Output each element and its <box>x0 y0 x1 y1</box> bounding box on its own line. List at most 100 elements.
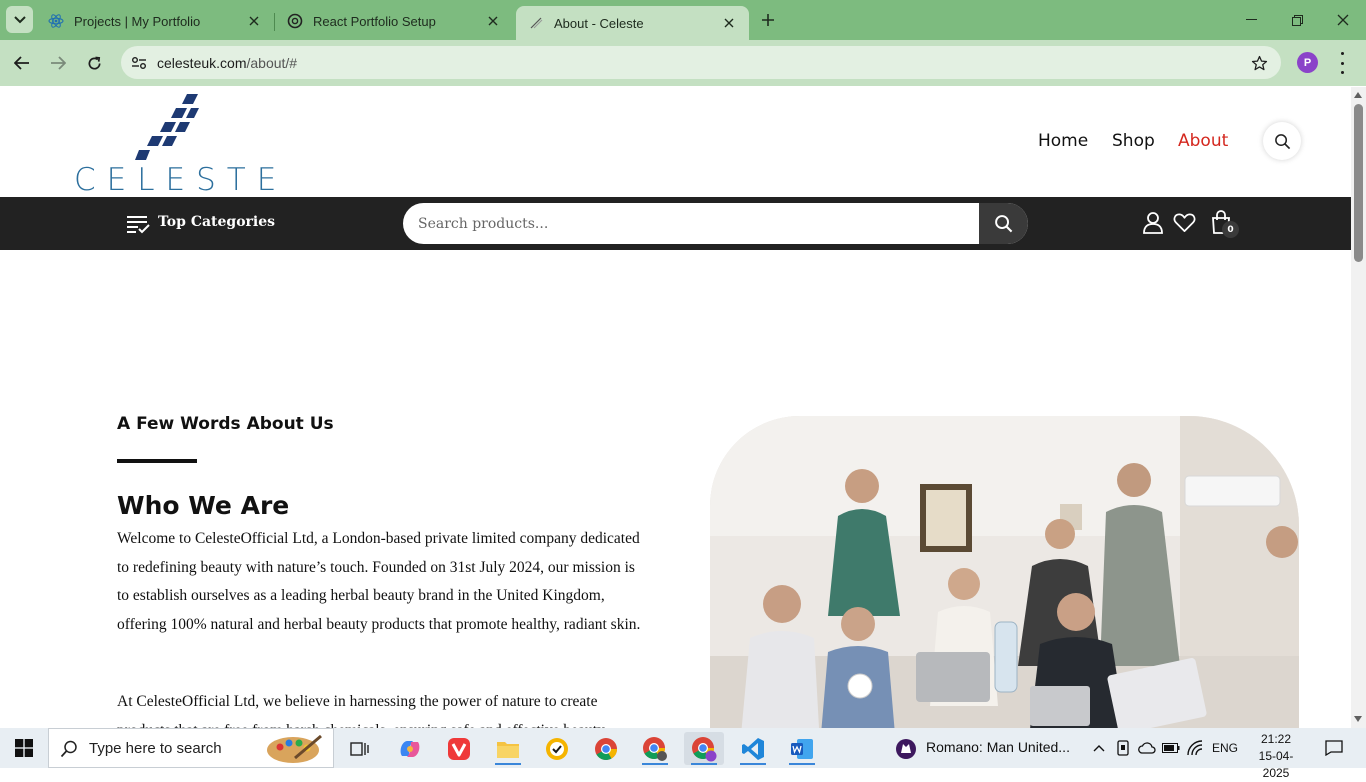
forward-button[interactable] <box>44 49 72 77</box>
start-button[interactable] <box>0 728 48 768</box>
categories-menu-icon[interactable] <box>126 214 150 234</box>
about-paragraph-1: Welcome to CelesteOfficial Ltd, a London… <box>117 530 641 633</box>
scrollbar-thumb[interactable] <box>1354 104 1363 262</box>
running-indicator <box>495 763 521 765</box>
celeste-favicon <box>528 15 544 31</box>
onedrive-icon[interactable] <box>1138 740 1156 756</box>
url-host: celesteuk.com <box>157 55 247 71</box>
restore-button[interactable] <box>1274 0 1320 40</box>
taskbar-word[interactable] <box>782 732 822 765</box>
battery-icon[interactable] <box>1162 740 1180 756</box>
word-icon <box>791 738 813 759</box>
vivaldi-icon <box>448 737 470 760</box>
browser-toolbar: celesteuk.com/about/# P <box>0 40 1366 86</box>
new-tab-button[interactable] <box>758 10 778 30</box>
page-viewport: CELESTE Home Shop About Top Categories 0… <box>0 87 1351 728</box>
tab-about-celeste[interactable]: About - Celeste <box>516 6 749 40</box>
language-indicator[interactable]: ENG <box>1212 741 1238 755</box>
site-settings-icon[interactable] <box>129 53 149 73</box>
taskbar-chrome[interactable] <box>586 732 626 765</box>
header-search-button[interactable] <box>1263 122 1301 160</box>
chrome-profile-icon <box>692 736 717 761</box>
windows-logo-icon <box>15 739 33 757</box>
clock-time: 21:22 <box>1260 732 1292 746</box>
arrow-left-icon <box>14 56 29 70</box>
taskbar-file-explorer[interactable] <box>488 732 528 765</box>
account-button[interactable] <box>1140 209 1166 235</box>
product-search-button[interactable] <box>979 203 1028 244</box>
profile-avatar[interactable]: P <box>1297 52 1318 73</box>
taskbar-copilot[interactable] <box>390 732 430 765</box>
about-paragraph-2: At CelesteOfficial Ltd, we believe in ha… <box>117 693 605 728</box>
user-icon <box>1143 211 1163 234</box>
logo-wordmark: CELESTE <box>74 162 288 198</box>
tab-title: React Portfolio Setup <box>313 13 436 29</box>
nav-about[interactable]: About <box>1178 131 1228 151</box>
tab-search-button[interactable] <box>6 6 33 33</box>
url-text: celesteuk.com/about/# <box>157 55 297 71</box>
taskbar-chrome-profile-2[interactable] <box>635 732 675 765</box>
taskbar-vivaldi[interactable] <box>439 732 479 765</box>
minimize-button[interactable] <box>1228 0 1274 40</box>
restore-icon <box>1291 14 1303 26</box>
product-search <box>403 203 1028 244</box>
nav-shop[interactable]: Shop <box>1112 131 1155 151</box>
back-button[interactable] <box>8 49 36 77</box>
browser-menu-icon[interactable] <box>1338 52 1346 74</box>
accent-divider <box>117 459 197 463</box>
close-icon <box>1337 14 1349 26</box>
product-search-input[interactable] <box>403 203 979 244</box>
vscode-icon <box>742 737 764 760</box>
heart-icon <box>1173 213 1195 232</box>
taskbar-vscode[interactable] <box>733 732 773 765</box>
taskbar-search[interactable]: Type here to search <box>48 728 334 768</box>
notifications-icon[interactable] <box>1324 740 1344 756</box>
paint-palette-icon <box>267 734 322 763</box>
search-icon <box>995 215 1013 233</box>
nav-home[interactable]: Home <box>1038 131 1088 151</box>
address-bar[interactable]: celesteuk.com/about/# <box>121 46 1281 79</box>
chrome-icon <box>595 737 617 760</box>
chevron-up-icon <box>1093 745 1105 752</box>
chrome-profile-icon <box>643 736 667 761</box>
page-heading: Who We Are <box>117 491 290 520</box>
premier-league-icon[interactable] <box>895 738 917 760</box>
react-icon <box>48 13 64 29</box>
tray-device-icon[interactable] <box>1114 740 1132 756</box>
tab-react-setup[interactable]: React Portfolio Setup <box>275 6 513 36</box>
taskbar-search-placeholder: Type here to search <box>89 740 222 757</box>
running-indicator <box>642 763 668 765</box>
running-indicator <box>740 763 766 765</box>
close-tab-icon[interactable] <box>721 15 737 31</box>
system-clock[interactable]: 21:22 15-04-2025 <box>1247 731 1305 782</box>
minimize-icon <box>1245 19 1257 20</box>
clock-date: 15-04-2025 <box>1258 749 1294 780</box>
taskbar-chrome-active[interactable] <box>684 732 724 765</box>
close-window-button[interactable] <box>1320 0 1366 40</box>
arrow-right-icon <box>51 56 66 70</box>
scroll-up-arrow-icon[interactable] <box>1354 92 1362 98</box>
wifi-icon[interactable] <box>1186 740 1204 756</box>
news-widget-text[interactable]: Romano: Man United... <box>926 739 1070 755</box>
top-categories-label[interactable]: Top Categories <box>158 214 275 230</box>
bookmark-star-icon[interactable] <box>1249 53 1269 73</box>
search-icon <box>1274 133 1290 149</box>
chevron-down-icon <box>13 15 26 23</box>
scroll-down-arrow-icon[interactable] <box>1354 716 1362 722</box>
show-hidden-icons[interactable] <box>1090 740 1108 756</box>
wishlist-button[interactable] <box>1171 209 1197 235</box>
close-tab-icon[interactable] <box>485 13 501 29</box>
close-tab-icon[interactable] <box>246 13 262 29</box>
openai-icon <box>287 13 303 29</box>
browser-tab-strip: Projects | My Portfolio React Portfolio … <box>0 0 1366 40</box>
folder-icon <box>497 741 519 758</box>
reload-button[interactable] <box>80 49 108 77</box>
windows-taskbar: Type here to search Romano: Man United..… <box>0 728 1366 780</box>
section-eyebrow: A Few Words About Us <box>117 414 334 434</box>
task-view-button[interactable] <box>340 732 380 765</box>
taskbar-norton[interactable] <box>537 732 577 765</box>
url-path: /about/# <box>246 55 298 71</box>
team-photo-image <box>710 416 1299 728</box>
celeste-logo[interactable]: CELESTE <box>72 92 276 198</box>
tab-projects[interactable]: Projects | My Portfolio <box>36 6 274 36</box>
